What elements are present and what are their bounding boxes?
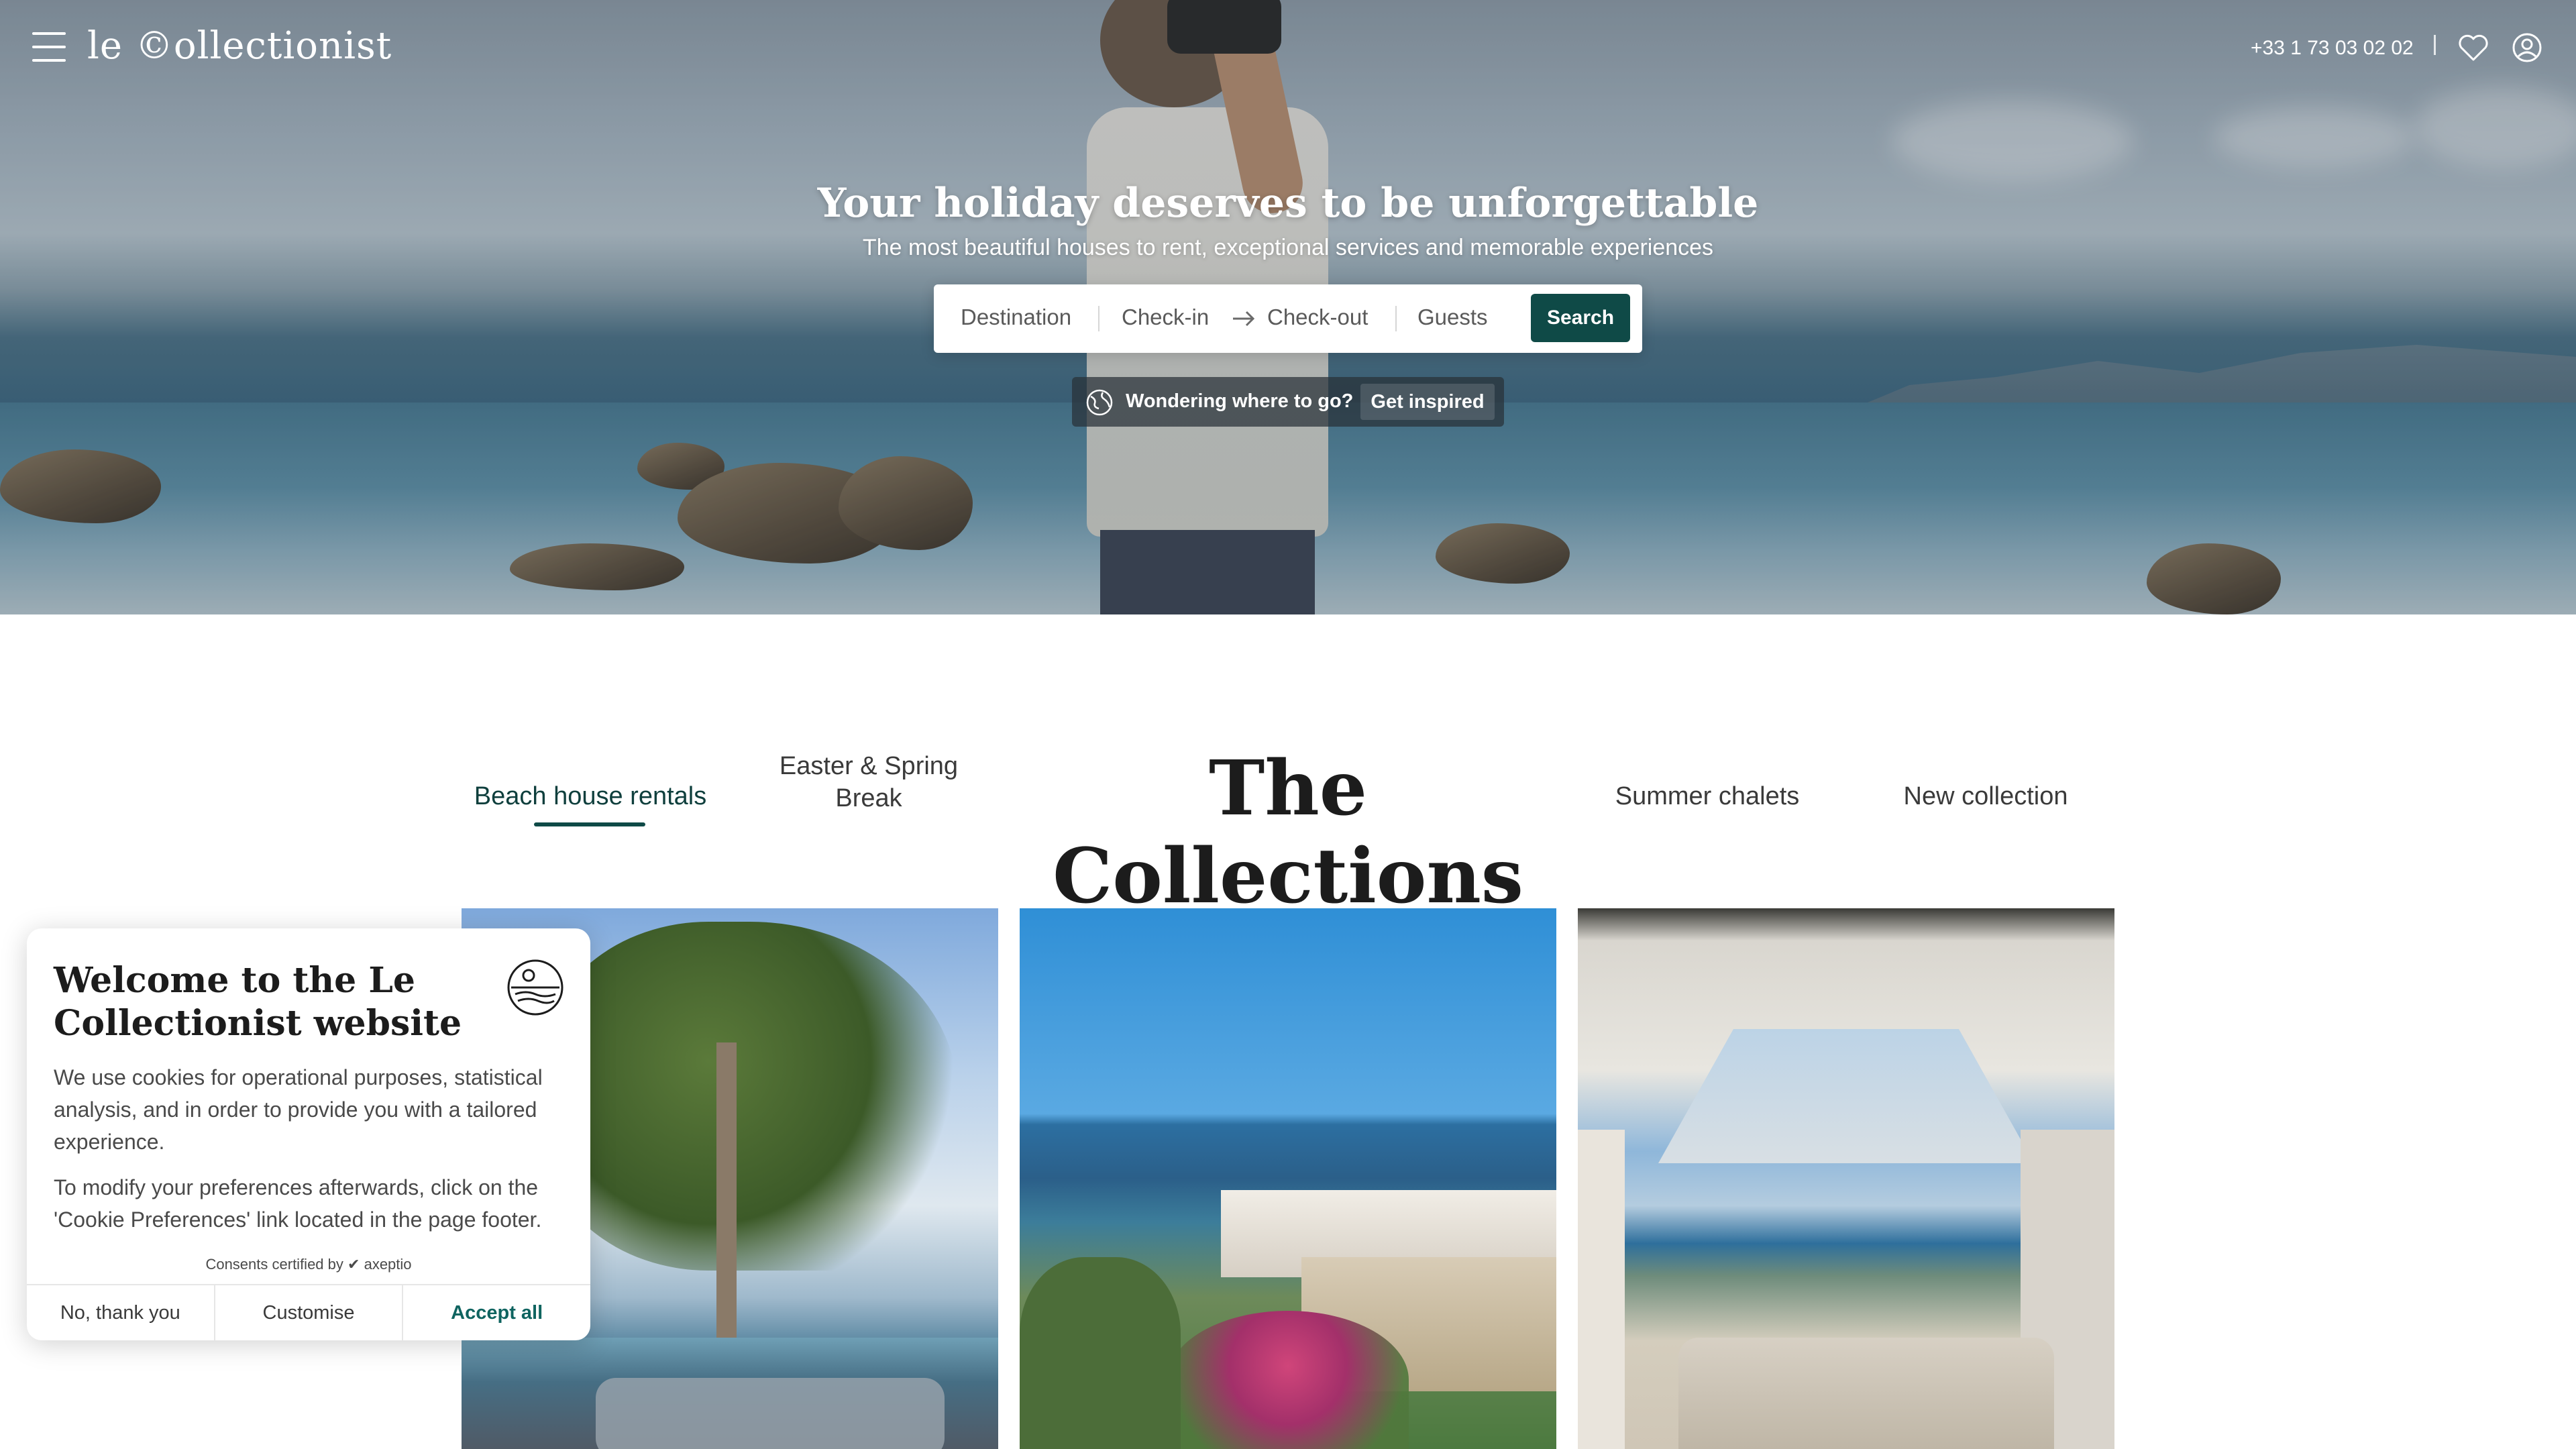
phone-number[interactable]: +33 1 73 03 02 02 bbox=[2251, 37, 2414, 60]
cookie-preferences-note: To modify your preferences afterwards, c… bbox=[54, 1175, 542, 1232]
decline-cookies-button[interactable]: No, thank you bbox=[27, 1285, 215, 1340]
site-logo[interactable]: le ©ollectionist bbox=[87, 24, 392, 68]
axeptio-icon: ✔ bbox=[347, 1256, 360, 1273]
tab-beach-house-rentals[interactable]: Beach house rentals bbox=[470, 782, 711, 811]
arrow-right-icon bbox=[1233, 311, 1255, 327]
cookie-title: Welcome to the Le Collectionist website bbox=[54, 960, 462, 1044]
cookie-logo-icon bbox=[507, 959, 564, 1016]
tab-easter-spring-break[interactable]: Easter & Spring Break bbox=[765, 750, 973, 814]
collection-card[interactable] bbox=[1578, 908, 2114, 1449]
collection-card[interactable] bbox=[1020, 908, 1556, 1449]
tab-summer-chalets[interactable]: Summer chalets bbox=[1597, 782, 1818, 811]
inspire-text: Wondering where to go? bbox=[1126, 390, 1354, 412]
accept-all-cookies-button[interactable]: Accept all bbox=[403, 1285, 590, 1340]
consent-certification: Consents certified by ✔ axeptio bbox=[27, 1256, 590, 1273]
globe-icon bbox=[1086, 389, 1113, 416]
cookie-description: We use cookies for operational purposes,… bbox=[54, 1065, 543, 1154]
axeptio-label[interactable]: axeptio bbox=[364, 1256, 412, 1273]
collections-title: The Collections bbox=[1053, 745, 1523, 920]
checkin-field[interactable]: Check-in bbox=[1122, 305, 1209, 330]
hero-title: Your holiday deserves to be unforgettabl… bbox=[817, 180, 1759, 227]
cookie-consent-dialog: Welcome to the Le Collectionist website … bbox=[27, 928, 590, 1340]
get-inspired-button[interactable]: Get inspired bbox=[1360, 384, 1495, 420]
destination-field[interactable]: Destination bbox=[961, 305, 1071, 330]
search-divider bbox=[1395, 306, 1397, 331]
search-button[interactable]: Search bbox=[1531, 294, 1630, 342]
search-bar: Destination Check-in Check-out Guests Se… bbox=[934, 284, 1642, 353]
hero-subtitle: The most beautiful houses to rent, excep… bbox=[862, 235, 1714, 260]
top-navigation: le ©ollectionist +33 1 73 03 02 02 bbox=[0, 0, 2576, 94]
guests-field[interactable]: Guests bbox=[1417, 305, 1488, 330]
tab-new-collection[interactable]: New collection bbox=[1878, 782, 2093, 811]
menu-icon[interactable] bbox=[32, 32, 66, 63]
user-icon[interactable] bbox=[2512, 32, 2542, 63]
heart-icon[interactable] bbox=[2458, 34, 2489, 62]
consent-certified-label: Consents certified by bbox=[205, 1256, 343, 1273]
search-divider bbox=[1098, 306, 1099, 331]
active-tab-indicator bbox=[534, 822, 645, 826]
inspiration-bar: Wondering where to go? Get inspired bbox=[1072, 377, 1504, 427]
nav-divider bbox=[2434, 35, 2436, 55]
customise-cookies-button[interactable]: Customise bbox=[215, 1285, 404, 1340]
checkout-field[interactable]: Check-out bbox=[1267, 305, 1368, 330]
cookie-buttons: No, thank you Customise Accept all bbox=[27, 1284, 590, 1340]
